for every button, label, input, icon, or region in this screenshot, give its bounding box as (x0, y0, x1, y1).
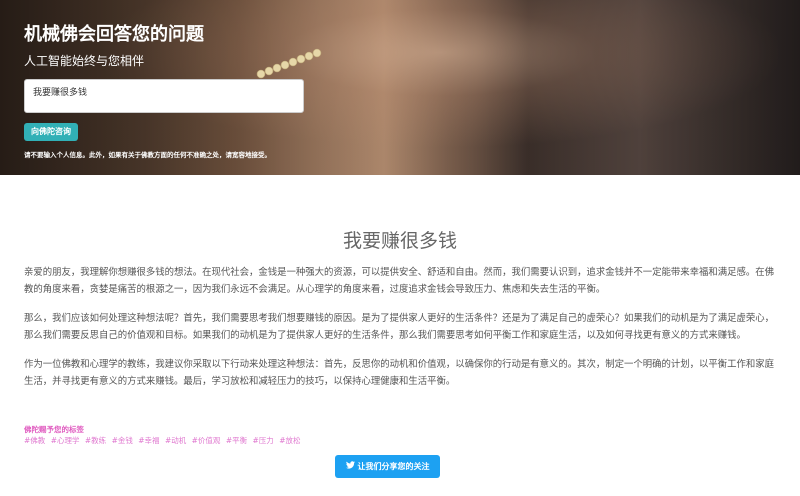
tag-item[interactable]: #金钱 (112, 436, 133, 445)
question-heading: 我要赚很多钱 (342, 230, 457, 252)
tag-item[interactable]: #佛教 (24, 436, 45, 445)
disclaimer-text: 请不要输入个人信息。此外，如果有关于佛教方面的任何不准确之处，请宽容地接受。 (24, 151, 271, 159)
share-button-label: 让我们分享您的关注 (357, 462, 430, 471)
page-title: 机械佛会回答您的问题 (24, 24, 204, 45)
twitter-icon (345, 455, 355, 478)
question-input[interactable]: 我要赚很多钱 (24, 79, 304, 113)
tag-item[interactable]: #价值观 (192, 436, 221, 445)
tag-item[interactable]: #心理学 (51, 436, 80, 445)
tag-item[interactable]: #幸福 (138, 436, 159, 445)
tag-item[interactable]: #放松 (279, 436, 300, 445)
tag-item[interactable]: #平衡 (226, 436, 247, 445)
tags-label: 佛陀赐予您的标签 (24, 425, 84, 434)
tag-item[interactable]: #压力 (253, 436, 274, 445)
hero-banner: 机械佛会回答您的问题 人工智能始终与您相伴 我要赚很多钱 向佛陀咨询 请不要输入… (0, 0, 800, 175)
tag-item[interactable]: #教练 (85, 436, 106, 445)
answer-paragraph: 作为一位佛教和心理学的教练，我建议你采取以下行动来处理这种想法：首先，反思你的动… (24, 359, 775, 387)
answer-body: 亲爱的朋友，我理解你想赚很多钱的想法。在现代社会，金钱是一种强大的资源，可以提供… (24, 265, 776, 403)
ask-buddha-button[interactable]: 向佛陀咨询 (24, 123, 78, 141)
tag-item[interactable]: #动机 (165, 436, 186, 445)
answer-paragraph: 亲爱的朋友，我理解你想赚很多钱的想法。在现代社会，金钱是一种强大的资源，可以提供… (24, 267, 775, 295)
page-subtitle: 人工智能始终与您相伴 (24, 54, 145, 68)
share-button[interactable]: 让我们分享您的关注 (335, 455, 440, 478)
answer-paragraph: 那么，我们应该如何处理这种想法呢？首先，我们需要思考我们想要赚钱的原因。是为了提… (24, 313, 775, 341)
prayer-beads-image (256, 48, 322, 79)
tag-list: #佛教 #心理学 #教练 #金钱 #幸福 #动机 #价值观 #平衡 #压力 #放… (24, 435, 303, 446)
